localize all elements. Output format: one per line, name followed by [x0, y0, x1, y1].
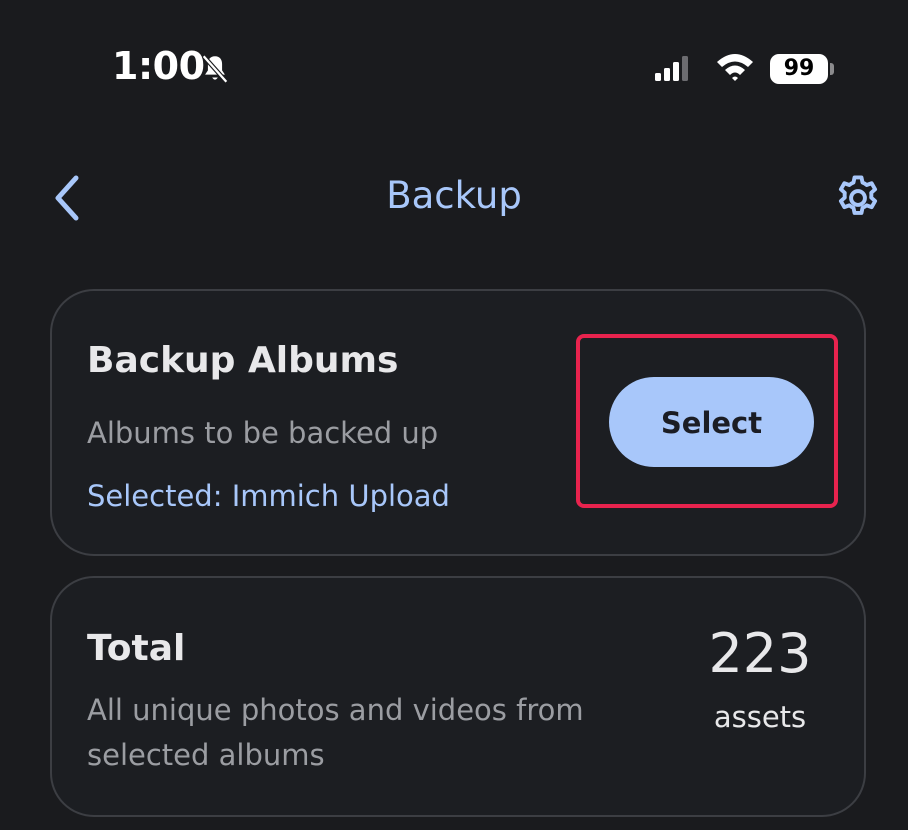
bell-slash-icon — [201, 54, 229, 84]
total-title: Total — [87, 628, 186, 669]
backup-albums-title: Backup Albums — [87, 340, 399, 381]
asset-count-unit: assets — [713, 700, 807, 734]
total-description-line2: selected albums — [87, 738, 325, 772]
status-time: 1:00 — [112, 44, 205, 88]
selected-albums-text: Selected: Immich Upload — [87, 479, 450, 513]
total-card: Total All unique photos and videos from … — [50, 576, 866, 817]
battery-icon: 99 — [770, 54, 828, 84]
wifi-icon — [717, 54, 753, 81]
backup-albums-description: Albums to be backed up — [87, 416, 439, 450]
page-title: Backup — [386, 174, 522, 217]
gear-icon[interactable] — [832, 172, 884, 224]
total-description-line1: All unique photos and videos from — [87, 693, 584, 727]
status-bar: 1:00 99 — [0, 0, 908, 130]
cellular-signal-icon — [655, 56, 688, 81]
app-bar: Backup — [0, 150, 908, 246]
battery-nub — [830, 63, 834, 75]
select-albums-button[interactable]: Select — [609, 377, 814, 467]
asset-count: 223 — [708, 622, 812, 685]
